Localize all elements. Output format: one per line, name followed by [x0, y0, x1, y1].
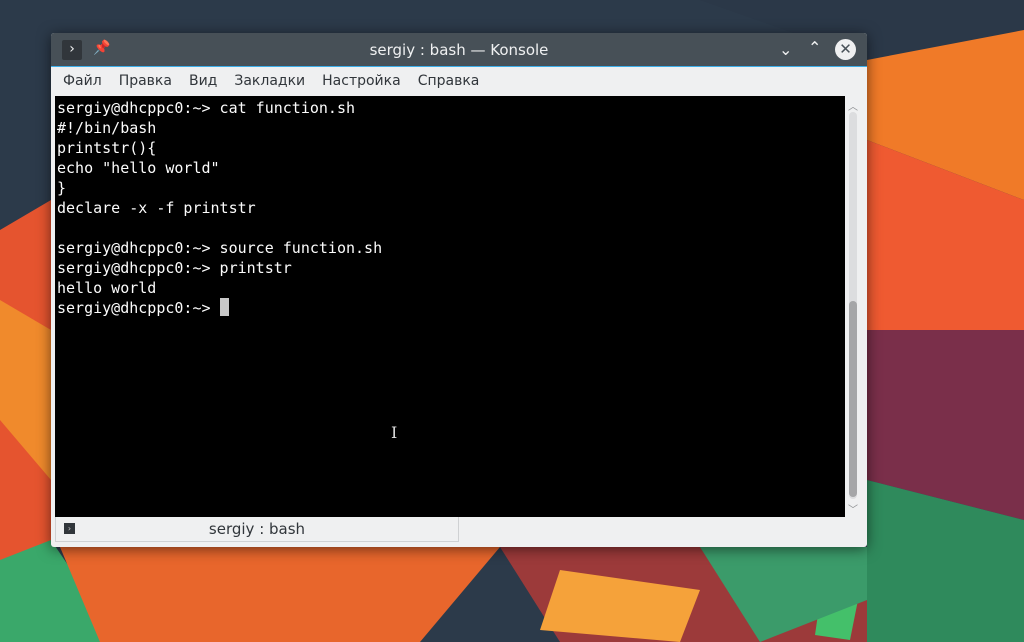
terminal-line: hello world — [57, 279, 157, 297]
scrollbar[interactable]: ︿ ﹀ — [846, 96, 864, 517]
terminal-line: declare -x -f printstr — [57, 199, 256, 217]
menu-help[interactable]: Справка — [418, 73, 480, 89]
text-cursor — [219, 298, 229, 316]
terminal-line: #!/bin/bash — [57, 119, 157, 137]
terminal-line: sergiy@dhcppc0:~> printstr — [57, 259, 292, 277]
scroll-down-icon[interactable]: ﹀ — [848, 501, 858, 516]
terminal-output[interactable]: sergiy@dhcppc0:~> cat function.sh #!/bin/… — [55, 96, 845, 517]
title-bar[interactable]: › 📌 sergiy : bash — Konsole ⌄ ⌃ ✕ — [51, 33, 867, 67]
menu-settings[interactable]: Настройка — [322, 73, 401, 89]
prompt-line: sergiy@dhcppc0:~> — [57, 298, 843, 318]
konsole-window: › 📌 sergiy : bash — Konsole ⌄ ⌃ ✕ Файл П… — [51, 33, 867, 547]
scroll-thumb[interactable] — [849, 301, 857, 497]
terminal-line: sergiy@dhcppc0:~> cat function.sh — [57, 99, 356, 117]
close-button[interactable]: ✕ — [835, 39, 856, 60]
menu-bookmarks[interactable]: Закладки — [234, 73, 305, 89]
prompt: sergiy@dhcppc0:~> — [57, 299, 220, 317]
tab-label: sergiy : bash — [208, 520, 306, 538]
terminal-icon: › — [64, 523, 75, 534]
terminal-line: echo "hello world" — [57, 159, 220, 177]
terminal-line: sergiy@dhcppc0:~> source function.sh — [57, 239, 383, 257]
scroll-up-icon[interactable]: ︿ — [848, 98, 858, 113]
ibeam-cursor-icon: I — [391, 423, 398, 442]
menu-view[interactable]: Вид — [189, 73, 217, 89]
minimize-button[interactable]: ⌄ — [779, 40, 792, 59]
terminal-line: } — [57, 179, 67, 197]
menu-file[interactable]: Файл — [63, 73, 102, 89]
terminal-line: printstr(){ — [57, 139, 157, 157]
maximize-button[interactable]: ⌃ — [808, 38, 821, 57]
menu-edit[interactable]: Правка — [119, 73, 172, 89]
window-title: sergiy : bash — Konsole — [369, 41, 549, 59]
menu-bar: Файл Правка Вид Закладки Настройка Справ… — [51, 67, 867, 95]
tab-sergiy-bash[interactable]: › sergiy : bash — [55, 517, 459, 542]
